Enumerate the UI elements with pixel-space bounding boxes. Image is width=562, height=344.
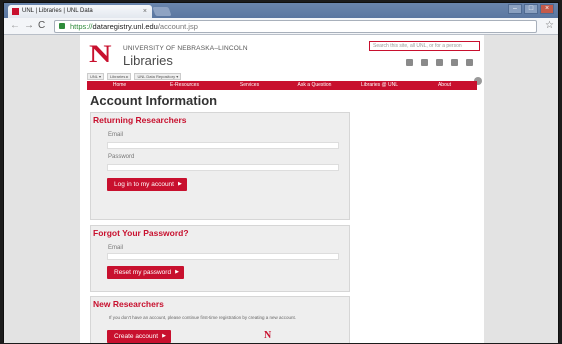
tab-close-icon[interactable]: × [143,5,147,18]
bookmark-star-icon[interactable]: ☆ [545,19,554,33]
forgot-password-title: Forgot Your Password? [93,228,189,238]
people-icon[interactable] [406,59,413,66]
play-arrow-icon: ▶ [177,181,182,187]
reset-password-button[interactable]: Reset my password ▶ [107,266,184,279]
browser-toolbar: ← → C https://dataregistry.unl.edu/accou… [4,18,558,35]
password-label: Password [108,154,135,160]
back-arrow-icon[interactable]: ← [10,19,20,33]
nav-ask-a-question[interactable]: Ask a Question [282,81,347,90]
browser-window: UNL | Libraries | UNL Data × – □ × ← → C… [3,2,559,343]
password-field[interactable] [107,164,339,171]
close-window-button[interactable]: × [540,4,554,14]
tab-title: UNL | Libraries | UNL Data [22,8,93,14]
address-bar[interactable]: https://dataregistry.unl.edu/account.jsp [54,20,537,33]
grid-icon[interactable] [451,59,458,66]
new-account-note: If you don't have an account, please con… [109,315,296,320]
globe-icon[interactable] [421,59,428,66]
footer-unl-logo[interactable]: N [264,331,271,341]
page-title: Account Information [90,93,218,108]
email-label: Email [108,132,124,138]
nav-home[interactable]: Home [87,81,152,90]
breadcrumb: UNL ▾ Libraries ▸ UNL Data Repository ▾ [87,73,182,80]
lock-icon [59,23,65,29]
play-arrow-icon: ▶ [175,269,179,275]
page-content: N UNIVERSITY OF NEBRASKA–LINCOLN Librari… [80,35,484,343]
tab-bar: UNL | Libraries | UNL Data × – □ × [4,3,558,18]
unl-favicon-icon [12,8,19,15]
unl-logo[interactable]: N [89,42,112,67]
new-tab-button[interactable] [152,7,172,16]
breadcrumb-item[interactable]: UNL Data Repository ▾ [134,73,182,80]
url-path: /account.jsp [157,22,198,31]
utility-icons [406,59,473,66]
new-researchers-title: New Researchers [93,299,164,309]
forward-arrow-icon[interactable]: → [24,19,34,33]
browser-tab[interactable]: UNL | Libraries | UNL Data × [8,5,152,18]
share-icon[interactable] [466,59,473,66]
email-field[interactable] [107,142,339,149]
nav-libraries-at-unl[interactable]: Libraries @ UNL [347,81,412,90]
reload-icon[interactable]: C [38,19,45,33]
url-scheme: https:// [70,22,93,31]
site-search-input[interactable] [369,41,480,51]
email-label: Email [108,245,124,251]
nav-about[interactable]: About [412,81,477,90]
window-controls: – □ × [508,4,554,14]
create-account-button[interactable]: Create account ▶ [107,330,171,343]
chat-icon[interactable] [436,59,443,66]
libraries-title[interactable]: Libraries [123,53,173,68]
reset-email-field[interactable] [107,253,339,260]
university-name: UNIVERSITY OF NEBRASKA–LINCOLN [123,45,248,52]
nav-services[interactable]: Services [217,81,282,90]
breadcrumb-item[interactable]: UNL ▾ [87,73,104,80]
minimize-button[interactable]: – [508,4,522,14]
login-button-label: Log in to my account [114,181,174,188]
url-host: dataregistry.unl.edu [92,22,158,31]
returning-researchers-title: Returning Researchers [93,115,187,125]
create-account-label: Create account [114,333,159,340]
returning-researchers-panel: Returning Researchers Email Password Log… [90,112,350,220]
page-viewport: N UNIVERSITY OF NEBRASKA–LINCOLN Librari… [4,35,558,343]
nav-e-resources[interactable]: E-Resources [152,81,217,90]
play-arrow-icon: ▶ [162,333,166,339]
breadcrumb-item[interactable]: Libraries ▸ [106,73,132,80]
main-nav: Home E-Resources Services Ask a Question… [87,81,477,90]
login-button[interactable]: Log in to my account ▶ [107,178,187,191]
maximize-button[interactable]: □ [524,4,538,14]
reset-button-label: Reset my password [114,269,172,276]
forgot-password-panel: Forgot Your Password? Email Reset my pas… [90,225,350,292]
new-researchers-panel: New Researchers If you don't have an acc… [90,296,350,343]
